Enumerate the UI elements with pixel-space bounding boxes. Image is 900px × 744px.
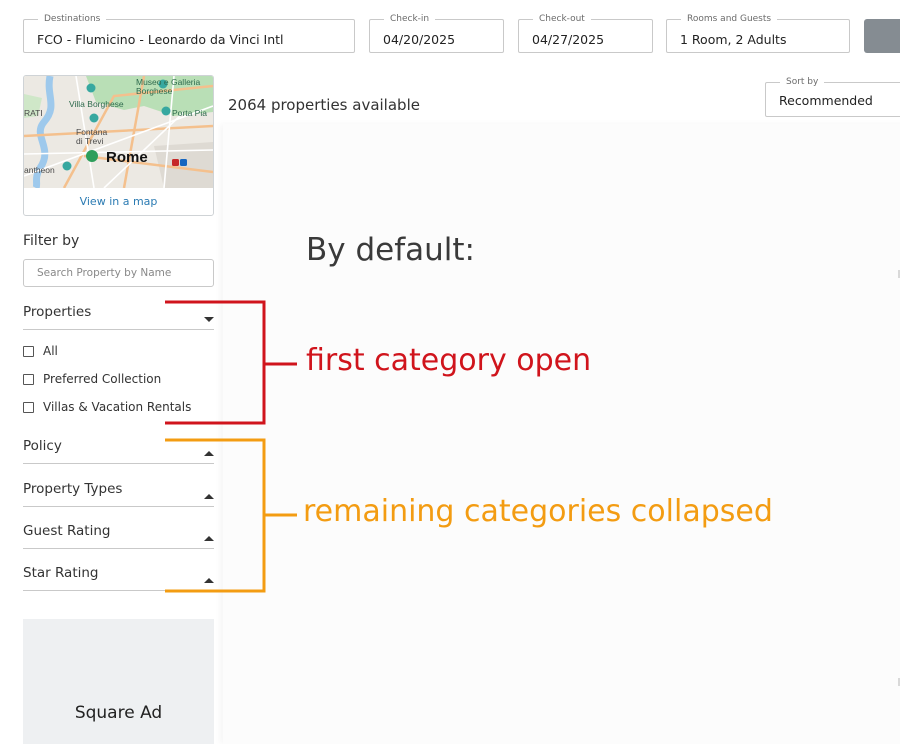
chevron-up-icon <box>204 578 214 583</box>
category-label: Property Types <box>23 481 123 497</box>
checkout-input[interactable] <box>519 20 652 52</box>
map-label-villa-borghese: Villa Borghese <box>69 99 124 109</box>
chevron-up-icon <box>204 451 214 456</box>
annotation-first-category-open: first category open <box>306 343 592 378</box>
search-button[interactable] <box>864 19 900 53</box>
map-label-rati: RATI <box>24 108 43 118</box>
checkin-input[interactable] <box>370 20 503 52</box>
category-star-rating[interactable]: Star Rating <box>23 561 214 591</box>
map-label-pantheon: antheon <box>24 165 55 175</box>
view-in-map-link[interactable]: View in a map <box>24 195 213 208</box>
map-label-rome: Rome <box>106 149 148 166</box>
checkout-field[interactable]: Check-out <box>518 13 653 53</box>
sort-value: Recommended <box>779 93 873 108</box>
map-label-fontana-2: di Trevi <box>76 136 104 146</box>
option-label: Villas & Vacation Rentals <box>43 400 192 414</box>
annotation-heading: By default: <box>306 232 475 268</box>
option-label: Preferred Collection <box>43 372 162 386</box>
chevron-up-icon <box>204 494 214 499</box>
sort-dropdown[interactable]: Sort by Recommended <box>765 76 900 117</box>
option-preferred-collection[interactable]: Preferred Collection <box>23 370 161 388</box>
chevron-up-icon <box>204 536 214 541</box>
checkbox[interactable] <box>23 373 34 385</box>
sort-label: Sort by <box>780 76 825 88</box>
rooms-guests-input[interactable] <box>667 20 849 52</box>
category-guest-rating[interactable]: Guest Rating <box>23 519 214 549</box>
map-preview[interactable]: Museo e Galleria Borghese Villa Borghese… <box>24 76 213 188</box>
option-villas-vacation-rentals[interactable]: Villas & Vacation Rentals <box>23 398 191 416</box>
option-all[interactable]: All <box>23 342 58 360</box>
category-policy[interactable]: Policy <box>23 434 214 464</box>
map-label-museo-2: Borghese <box>136 86 173 96</box>
category-label: Guest Rating <box>23 523 111 539</box>
checkbox[interactable] <box>23 345 34 357</box>
results-panel <box>223 124 900 744</box>
annotation-remaining-collapsed: remaining categories collapsed <box>303 494 773 529</box>
rooms-guests-field[interactable]: Rooms and Guests <box>666 13 850 53</box>
checkbox[interactable] <box>23 401 34 413</box>
property-search-field[interactable] <box>23 259 214 287</box>
chevron-down-icon <box>204 317 214 322</box>
category-property-types[interactable]: Property Types <box>23 477 214 507</box>
category-properties[interactable]: Properties <box>23 300 214 330</box>
filter-title: Filter by <box>23 233 80 249</box>
category-label: Policy <box>23 438 62 454</box>
option-label: All <box>43 344 58 358</box>
category-label: Star Rating <box>23 565 99 581</box>
map-label-porta-pia: Porta Pia <box>172 108 207 118</box>
checkin-field[interactable]: Check-in <box>369 13 504 53</box>
destination-field[interactable]: Destinations <box>23 13 355 53</box>
ad-label: Square Ad <box>74 703 163 723</box>
category-label: Properties <box>23 304 92 320</box>
properties-count: 2064 properties available <box>228 96 420 114</box>
property-search-input[interactable] <box>24 260 213 286</box>
square-ad[interactable]: Square Ad <box>23 619 214 744</box>
destination-input[interactable] <box>24 20 354 52</box>
map-card[interactable]: Museo e Galleria Borghese Villa Borghese… <box>23 75 214 216</box>
